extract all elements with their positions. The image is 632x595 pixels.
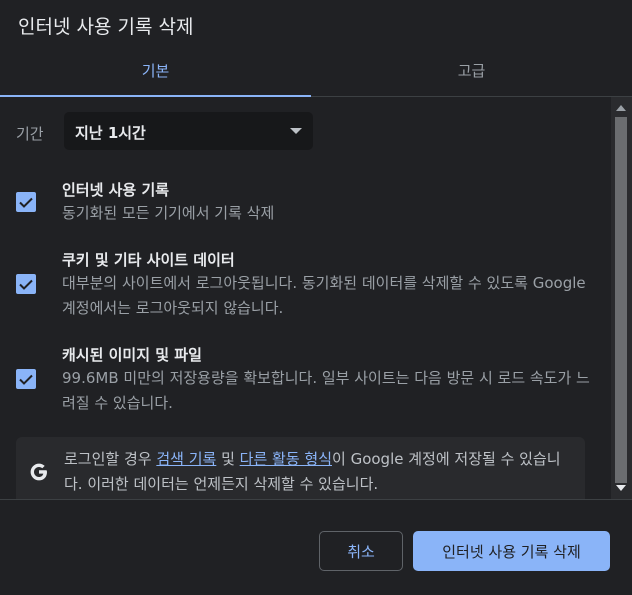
footer-divider	[0, 499, 632, 500]
info-text: 로그인할 경우 검색 기록 및 다른 활동 형식이 Google 계정에 저장될…	[64, 447, 574, 497]
time-range-label: 기간	[16, 125, 44, 143]
clear-data-button[interactable]: 인터넷 사용 기록 삭제	[413, 531, 610, 571]
checkbox-cache[interactable]	[16, 369, 36, 389]
cancel-button[interactable]: 취소	[319, 531, 403, 571]
option-title: 인터넷 사용 기록	[62, 181, 170, 199]
time-range-select[interactable]: 지난 1시간	[64, 112, 313, 150]
scroll-down-arrow-icon[interactable]	[616, 485, 626, 491]
checkbox-cookies[interactable]	[16, 274, 36, 294]
option-desc: 99.6MB 미만의 저장용량을 확보합니다. 일부 사이트는 다음 방문 시 …	[62, 369, 590, 412]
option-title: 쿠키 및 기타 사이트 데이터	[62, 251, 235, 269]
info-text-part: 로그인할 경우	[64, 450, 157, 468]
time-range-value: 지난 1시간	[75, 124, 146, 142]
scrollbar[interactable]	[611, 97, 632, 499]
tab-basic[interactable]: 기본	[0, 44, 311, 96]
option-desc: 대부분의 사이트에서 로그아웃됩니다. 동기화된 데이터를 삭제할 수 있도록 …	[62, 274, 586, 317]
scroll-up-arrow-icon[interactable]	[616, 105, 626, 111]
option-cache: 캐시된 이미지 및 파일 99.6MB 미만의 저장용량을 확보합니다. 일부 …	[0, 342, 600, 422]
google-g-icon	[30, 463, 47, 481]
option-browsing-history: 인터넷 사용 기록 동기화된 모든 기기에서 기록 삭제	[0, 177, 600, 237]
dropdown-arrow-icon	[290, 128, 302, 134]
checkbox-browsing-history[interactable]	[16, 192, 36, 212]
dialog-title: 인터넷 사용 기록 삭제	[18, 16, 194, 38]
checkmark-icon	[19, 279, 33, 290]
tab-advanced[interactable]: 고급	[316, 44, 627, 96]
checkmark-icon	[19, 374, 33, 385]
info-text-part: 및	[216, 450, 240, 468]
other-activity-link[interactable]: 다른 활동 형식	[240, 450, 332, 468]
option-cookies: 쿠키 및 기타 사이트 데이터 대부분의 사이트에서 로그아웃됩니다. 동기화된…	[0, 247, 600, 327]
search-history-link[interactable]: 검색 기록	[156, 450, 216, 468]
option-desc: 동기화된 모든 기기에서 기록 삭제	[62, 204, 275, 222]
checkmark-icon	[19, 197, 33, 208]
scrollbar-thumb[interactable]	[615, 117, 627, 483]
option-title: 캐시된 이미지 및 파일	[62, 346, 202, 364]
dialog-content: 기간 지난 1시간 인터넷 사용 기록 동기화된 모든 기기에서 기록 삭제 쿠…	[0, 97, 610, 499]
tab-bar: 기본 고급	[0, 44, 632, 97]
google-account-info: 로그인할 경우 검색 기록 및 다른 활동 형식이 Google 계정에 저장될…	[16, 437, 585, 499]
